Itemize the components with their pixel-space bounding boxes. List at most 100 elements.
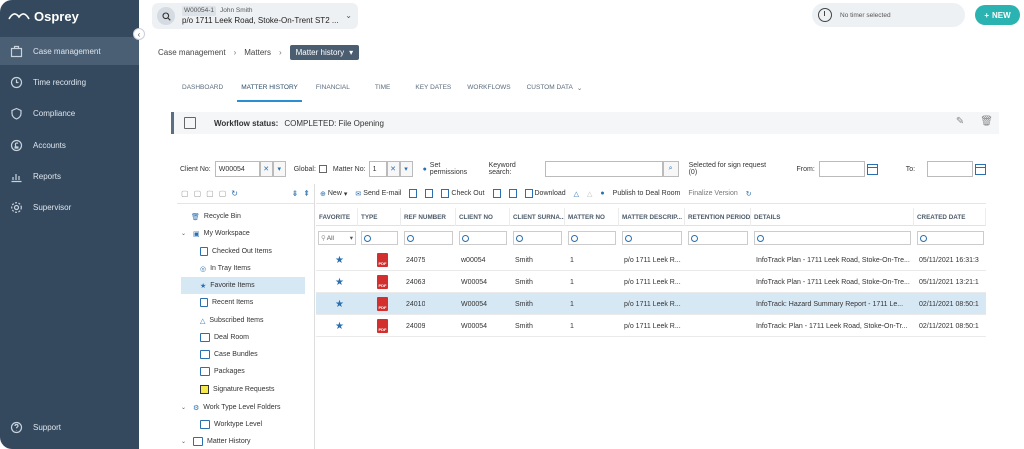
- column-header-matter-description[interactable]: MATTER DESCRIP...: [619, 208, 685, 226]
- matter-selector[interactable]: W00054-1 John Smith p/o 1711 Leek Road, …: [152, 3, 358, 29]
- bell-icon[interactable]: △: [574, 190, 579, 198]
- tree-item-worktype-level[interactable]: Worktype Level: [200, 416, 262, 433]
- type-filter-input[interactable]: [361, 231, 398, 245]
- breadcrumb-case-management[interactable]: Case management: [158, 48, 226, 57]
- pencil-icon[interactable]: ✎: [956, 116, 964, 127]
- column-header-retention-period[interactable]: RETENTION PERIOD: [685, 208, 751, 226]
- user-icon[interactable]: ●: [600, 190, 604, 197]
- tab-custom-data[interactable]: CUSTOM DATA ⌄: [527, 80, 583, 102]
- surname-filter-input[interactable]: [513, 231, 562, 245]
- ref-filter-input[interactable]: [404, 231, 453, 245]
- sidebar-item-compliance[interactable]: Compliance: [0, 99, 139, 127]
- table-row[interactable]: ★ PDF 24010 W00054 Smith 1 p/o 1711 Leek…: [316, 293, 986, 315]
- tab-matter-history[interactable]: MATTER HISTORY: [237, 80, 302, 102]
- new-button[interactable]: + NEW: [975, 5, 1020, 25]
- refresh-icon[interactable]: ↻: [231, 189, 238, 198]
- keyword-search-input[interactable]: [544, 161, 663, 177]
- column-header-type[interactable]: TYPE: [358, 208, 401, 226]
- set-permissions-button[interactable]: Set permissions: [430, 162, 480, 176]
- refresh-icon[interactable]: ↻: [746, 190, 752, 198]
- tree-item-checked-out[interactable]: Checked Out Items: [200, 243, 272, 260]
- chevron-down-icon[interactable]: ⌄: [181, 404, 189, 411]
- matter-no-input[interactable]: 1: [368, 161, 387, 177]
- move-icon[interactable]: ▢: [206, 189, 214, 198]
- delete-icon[interactable]: ▢: [219, 189, 227, 198]
- column-header-favorite[interactable]: FAVORITE: [316, 208, 358, 226]
- star-icon[interactable]: ★: [335, 321, 344, 332]
- tree-item-matter-history[interactable]: ⌄ Matter History: [181, 433, 251, 449]
- description-filter-input[interactable]: [622, 231, 682, 245]
- tree-item-subscribed[interactable]: △ Subscribed Items: [200, 312, 263, 329]
- clear-icon[interactable]: ✕: [259, 161, 273, 177]
- tab-dashboard[interactable]: DASHBOARD: [182, 80, 223, 102]
- sidebar-item-accounts[interactable]: Accounts: [0, 131, 139, 159]
- tree-item-my-workspace[interactable]: ⌄ ▣ My Workspace: [181, 225, 250, 242]
- client-no-input[interactable]: W00054: [214, 161, 260, 177]
- matter-no-filter-input[interactable]: [568, 231, 616, 245]
- timer-selector[interactable]: No timer selected: [812, 3, 965, 27]
- tree-item-work-type-folders[interactable]: ⌄ ⚙ Work Type Level Folders: [181, 399, 280, 416]
- calendar-icon[interactable]: [866, 163, 878, 175]
- column-header-matter-no[interactable]: MATTER NO: [565, 208, 619, 226]
- details-filter-input[interactable]: [754, 231, 911, 245]
- table-row[interactable]: ★ PDF 24009 W00054 Smith 1 p/o 1711 Leek…: [316, 315, 986, 337]
- breadcrumb-matters[interactable]: Matters: [244, 48, 271, 57]
- collapse-all-icon[interactable]: ⇞: [303, 189, 310, 198]
- tab-key-dates[interactable]: KEY DATES: [415, 80, 451, 102]
- table-row[interactable]: ★ PDF 24063 W00054 Smith 1 p/o 1711 Leek…: [316, 271, 986, 293]
- tree-item-favorite[interactable]: ★ Favorite Items: [181, 277, 305, 294]
- client-no-filter-input[interactable]: [459, 231, 507, 245]
- tree-item-case-bundles[interactable]: Case Bundles: [200, 346, 258, 363]
- tree-item-packages[interactable]: Packages: [200, 363, 245, 380]
- tree-item-in-tray[interactable]: ◎ In Tray Items: [200, 260, 251, 277]
- tab-financial[interactable]: FINANCIAL: [316, 80, 350, 102]
- star-icon[interactable]: ★: [335, 277, 344, 288]
- sidebar-item-time-recording[interactable]: Time recording: [0, 68, 139, 96]
- support-link[interactable]: Support: [10, 421, 61, 434]
- from-date-input[interactable]: [818, 161, 865, 177]
- upload-icon[interactable]: [508, 189, 517, 198]
- calendar-icon[interactable]: [975, 163, 987, 175]
- global-checkbox[interactable]: [318, 165, 327, 173]
- search-icon[interactable]: [157, 7, 175, 25]
- created-date-filter-input[interactable]: [917, 231, 984, 245]
- tree-item-deal-room[interactable]: Deal Room: [200, 329, 249, 346]
- checkin-icon[interactable]: [492, 189, 501, 198]
- star-icon[interactable]: ★: [335, 255, 344, 266]
- tree-item-recent[interactable]: Recent Items: [200, 294, 253, 311]
- column-header-details[interactable]: DETAILS: [751, 208, 914, 226]
- paste-icon[interactable]: ▢: [194, 189, 202, 198]
- check-out-button[interactable]: Check Out: [441, 189, 485, 198]
- tab-workflows[interactable]: WORKFLOWS: [467, 80, 510, 102]
- copy-icon[interactable]: [425, 189, 434, 198]
- dropdown-icon[interactable]: ▾: [399, 161, 413, 177]
- copy-icon[interactable]: ▢: [181, 189, 189, 198]
- osprey-logo[interactable]: Osprey: [8, 6, 79, 26]
- breadcrumb-current-dropdown[interactable]: Matter history ▾: [289, 44, 360, 60]
- column-header-created-date[interactable]: CREATED DATE: [914, 208, 986, 226]
- publish-deal-room-button[interactable]: Publish to Deal Room: [613, 190, 681, 197]
- trash-icon[interactable]: 🗑: [980, 116, 993, 127]
- tree-item-recycle-bin[interactable]: 🗑 Recycle Bin: [191, 208, 241, 225]
- send-email-button[interactable]: ✉ Send E-mail: [355, 190, 401, 198]
- finalize-version-button[interactable]: Finalize Version: [688, 190, 737, 197]
- expand-all-icon[interactable]: ⇟: [292, 189, 299, 198]
- column-header-client-no[interactable]: CLIENT NO: [456, 208, 510, 226]
- column-header-ref-number[interactable]: REF NUMBER: [401, 208, 456, 226]
- download-button[interactable]: Download: [524, 189, 566, 198]
- sidebar-item-case-management[interactable]: Case management: [0, 37, 139, 65]
- sidebar-item-supervisor[interactable]: Supervisor: [0, 193, 139, 221]
- clear-icon[interactable]: ✕: [386, 161, 400, 177]
- star-icon[interactable]: ★: [335, 299, 344, 310]
- chevron-down-icon[interactable]: ⌄: [345, 11, 352, 20]
- sidebar-item-reports[interactable]: Reports: [0, 162, 139, 190]
- tab-time[interactable]: TIME: [375, 80, 391, 102]
- attach-icon[interactable]: [409, 189, 418, 198]
- column-header-client-surname[interactable]: CLIENT SURNA...: [510, 208, 565, 226]
- sidebar-collapse-button[interactable]: ‹: [133, 28, 145, 40]
- retention-filter-input[interactable]: [688, 231, 748, 245]
- tree-item-signature-requests[interactable]: Signature Requests: [200, 381, 274, 398]
- table-row[interactable]: ★ PDF 24075 w00054 Smith 1 p/o 1711 Leek…: [316, 249, 986, 271]
- chevron-down-icon[interactable]: ⌄: [181, 438, 189, 445]
- new-dropdown-button[interactable]: ⊕ New ▾: [320, 190, 347, 198]
